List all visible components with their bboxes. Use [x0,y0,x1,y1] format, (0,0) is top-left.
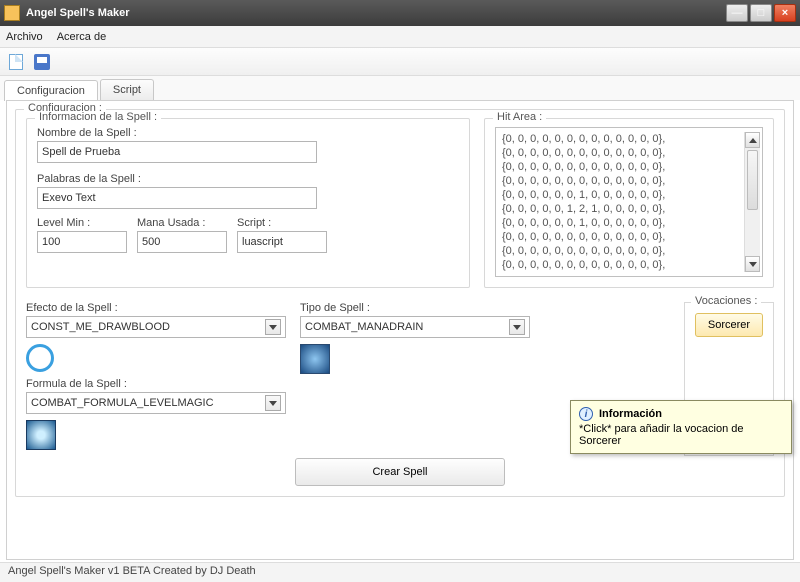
label-tipo: Tipo de Spell : [300,302,530,314]
input-levelmin[interactable]: 100 [37,231,127,253]
menu-bar: Archivo Acerca de [0,26,800,48]
save-button[interactable] [32,52,52,72]
combo-formula[interactable]: COMBAT_FORMULA_LEVELMAGIC [26,392,286,414]
combo-tipo[interactable]: COMBAT_MANADRAIN [300,316,530,338]
status-text: Angel Spell's Maker v1 BETA Created by D… [8,565,256,577]
tooltip-body: *Click* para añadir la vocacion de Sorce… [579,423,783,447]
scrollbar-vertical[interactable] [744,132,760,272]
disk-icon [34,54,50,70]
page-new-icon [9,54,23,70]
label-levelmin: Level Min : [37,217,127,229]
hitarea-textarea[interactable]: {0, 0, 0, 0, 0, 0, 0, 0, 0, 0, 0, 0, 0},… [495,127,763,277]
group-info: Informacion de la Spell : Nombre de la S… [26,118,470,288]
input-palabras[interactable]: Exevo Text [37,187,317,209]
tab-strip: Configuracion Script [0,76,800,100]
new-file-button[interactable] [6,52,26,72]
chevron-down-icon [265,395,281,411]
app-icon [4,5,20,21]
label-script: Script : [237,217,327,229]
hitarea-content: {0, 0, 0, 0, 0, 0, 0, 0, 0, 0, 0, 0, 0},… [502,132,744,272]
label-formula: Formula de la Spell : [26,378,286,390]
toolbar [0,48,800,76]
tipo-preview-icon [300,344,330,374]
label-nombre: Nombre de la Spell : [37,127,459,139]
vocation-sorcerer-button[interactable]: Sorcerer [695,313,763,337]
chevron-down-icon [265,319,281,335]
tooltip-header: i Información [579,407,783,421]
scroll-up-button[interactable] [745,132,760,148]
chevron-down-icon [509,319,525,335]
formula-preview-icon [26,420,56,450]
combo-efecto[interactable]: CONST_ME_DRAWBLOOD [26,316,286,338]
tooltip: i Información *Click* para añadir la voc… [570,400,792,454]
tab-script[interactable]: Script [100,79,154,100]
maximize-button[interactable]: □ [750,4,772,22]
input-nombre[interactable]: Spell de Prueba [37,141,317,163]
label-palabras: Palabras de la Spell : [37,173,459,185]
tab-configuracion[interactable]: Configuracion [4,80,98,101]
label-mana: Mana Usada : [137,217,227,229]
titlebar: Angel Spell's Maker — □ × [0,0,800,26]
group-hitarea: Hit Area : {0, 0, 0, 0, 0, 0, 0, 0, 0, 0… [484,118,774,288]
create-spell-button[interactable]: Crear Spell [295,458,505,486]
info-icon: i [579,407,593,421]
window-title: Angel Spell's Maker [26,7,724,19]
legend-hitarea: Hit Area : [493,111,546,123]
menu-acerca[interactable]: Acerca de [57,31,107,43]
scroll-thumb[interactable] [747,150,758,210]
close-button[interactable]: × [774,4,796,22]
effect-preview-icon [26,344,54,372]
input-script[interactable]: luascript [237,231,327,253]
menu-archivo[interactable]: Archivo [6,31,43,43]
tooltip-title: Información [599,408,662,420]
scroll-down-button[interactable] [745,256,760,272]
main-panel: Configuracion : Informacion de la Spell … [6,100,794,560]
input-mana[interactable]: 500 [137,231,227,253]
minimize-button[interactable]: — [726,4,748,22]
status-bar: Angel Spell's Maker v1 BETA Created by D… [0,562,800,582]
legend-info: Informacion de la Spell : [35,111,161,123]
legend-vocaciones: Vocaciones : [691,295,761,307]
label-efecto: Efecto de la Spell : [26,302,286,314]
